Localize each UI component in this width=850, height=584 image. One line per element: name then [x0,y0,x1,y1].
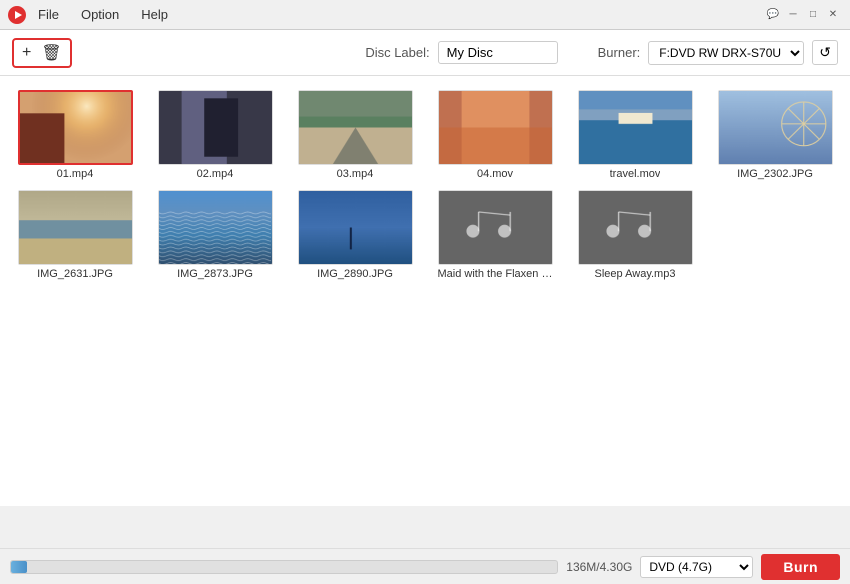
media-item-4[interactable]: 04.mov [430,90,560,180]
thumb-canvas-1 [20,92,131,163]
media-grid: 01.mp4 02.mp4 03.mp4 04.mov travel.mov IMG_23… [10,90,840,280]
media-item-8[interactable]: IMG_2873.JPG [150,190,280,280]
filename-4: 04.mov [477,168,513,180]
burner-select[interactable]: F:DVD RW DRX-S70U [648,41,804,65]
title-bar: File Option Help 💬 ─ □ ✕ [0,0,850,30]
menu-bar: File Option Help [34,5,172,24]
media-item-9[interactable]: IMG_2890.JPG [290,190,420,280]
disc-label-area: Disc Label: [365,41,557,64]
burner-label: Burner: [598,45,641,60]
thumb-canvas-10 [439,191,552,264]
main-content: 01.mp4 02.mp4 03.mp4 04.mov travel.mov IMG_23… [0,76,850,506]
thumb-container-6 [718,90,833,165]
filename-10: Maid with the Flaxen Hair... [438,268,553,280]
delete-button[interactable]: 🗑 [41,43,61,63]
thumb-container-8 [158,190,273,265]
thumb-container-3 [298,90,413,165]
media-item-10[interactable]: Maid with the Flaxen Hair... [430,190,560,280]
media-item-3[interactable]: 03.mp4 [290,90,420,180]
filename-1: 01.mp4 [57,168,94,180]
media-item-2[interactable]: 02.mp4 [150,90,280,180]
filename-9: IMG_2890.JPG [317,268,393,280]
thumb-canvas-11 [579,191,692,264]
thumb-canvas-6 [719,91,832,164]
maximize-button[interactable]: □ [804,6,822,24]
burn-button[interactable]: Burn [761,554,840,580]
filename-11: Sleep Away.mp3 [595,268,676,280]
disc-label-text: Disc Label: [365,45,429,60]
size-info: 136M/4.30G [566,560,632,574]
thumb-canvas-8 [159,191,272,264]
dvd-select[interactable]: DVD (4.7G) DVD-DL (8.5G) BD (25G) [640,556,753,578]
refresh-button[interactable]: ↺ [812,40,838,65]
media-item-7[interactable]: IMG_2631.JPG [10,190,140,280]
thumb-container-11 [578,190,693,265]
thumb-container-4 [438,90,553,165]
thumb-container-5 [578,90,693,165]
menu-file[interactable]: File [34,5,63,24]
thumb-canvas-2 [159,91,272,164]
thumb-canvas-4 [439,91,552,164]
thumb-canvas-9 [299,191,412,264]
thumb-canvas-7 [19,191,132,264]
filename-3: 03.mp4 [337,168,374,180]
window-controls: 💬 ─ □ ✕ [764,6,842,24]
thumb-container-10 [438,190,553,265]
thumb-container-7 [18,190,133,265]
menu-help[interactable]: Help [137,5,172,24]
menu-option[interactable]: Option [77,5,123,24]
media-item-11[interactable]: Sleep Away.mp3 [570,190,700,280]
thumb-canvas-3 [299,91,412,164]
add-delete-group: + 🗑 [12,38,72,68]
progress-container [10,560,558,574]
media-item-6[interactable]: IMG_2302.JPG [710,90,840,180]
thumb-container-1 [18,90,133,165]
minimize-button[interactable]: ─ [784,6,802,24]
filename-6: IMG_2302.JPG [737,168,813,180]
app-icon [8,6,26,24]
media-item-5[interactable]: travel.mov [570,90,700,180]
filename-8: IMG_2873.JPG [177,268,253,280]
disc-label-input[interactable] [438,41,558,64]
media-item-1[interactable]: 01.mp4 [10,90,140,180]
add-button[interactable]: + [22,44,31,62]
filename-2: 02.mp4 [197,168,234,180]
filename-5: travel.mov [610,168,661,180]
thumb-container-9 [298,190,413,265]
status-bar: 136M/4.30G DVD (4.7G) DVD-DL (8.5G) BD (… [0,548,850,584]
progress-bar [11,561,27,573]
close-button[interactable]: ✕ [824,6,842,24]
thumb-container-2 [158,90,273,165]
filename-7: IMG_2631.JPG [37,268,113,280]
message-button[interactable]: 💬 [764,6,782,24]
burner-area: Burner: F:DVD RW DRX-S70U ↺ [598,40,838,65]
thumb-canvas-5 [579,91,692,164]
toolbar: + 🗑 Disc Label: Burner: F:DVD RW DRX-S70… [0,30,850,76]
